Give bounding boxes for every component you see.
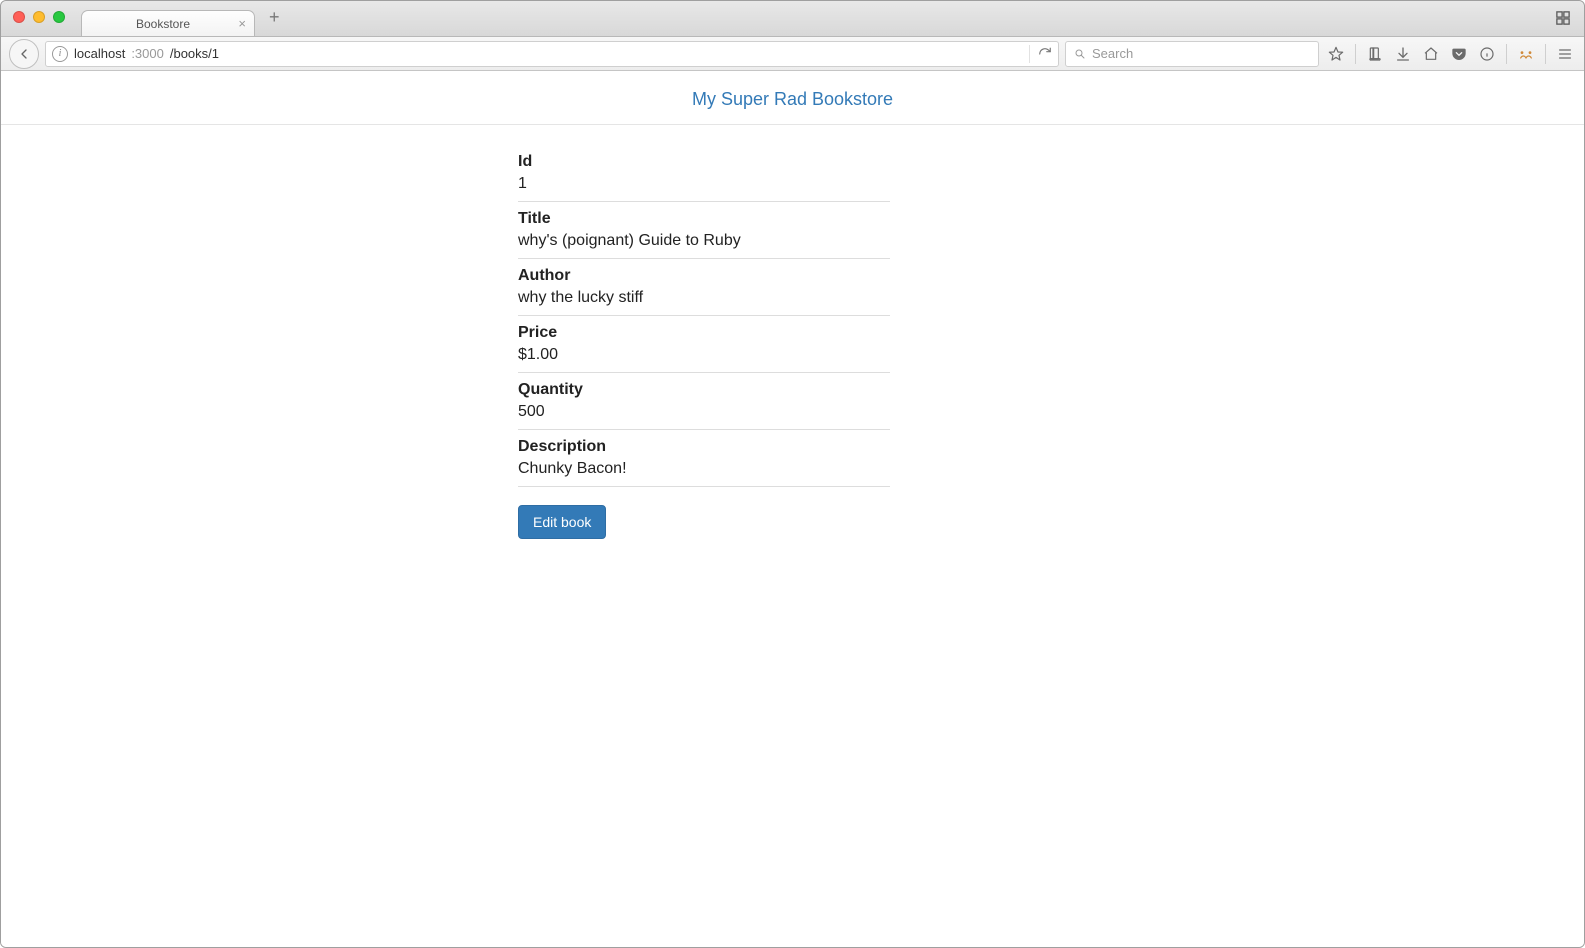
new-tab-button[interactable]: + [261, 4, 288, 34]
library-icon[interactable] [1364, 43, 1386, 65]
window-zoom-button[interactable] [53, 11, 65, 23]
search-bar[interactable]: Search [1065, 41, 1319, 67]
tile-tabs-icon[interactable] [1556, 11, 1570, 30]
url-port: :3000 [131, 46, 164, 61]
field-label: Description [518, 438, 890, 456]
tab-close-icon[interactable]: × [238, 17, 246, 30]
toolbar: i localhost :3000/books/1 Search [1, 37, 1584, 71]
field-label: Title [518, 210, 890, 228]
brand-link[interactable]: My Super Rad Bookstore [692, 89, 893, 109]
field-value: 500 [518, 403, 890, 421]
home-icon[interactable] [1420, 43, 1442, 65]
field-label: Author [518, 267, 890, 285]
field-author: Author why the lucky stiff [518, 259, 890, 316]
browser-window: Bookstore × + i localhost :3000/books/1 [0, 0, 1585, 948]
page-viewport: My Super Rad Bookstore Id 1 Title why's … [1, 71, 1584, 947]
titlebar: Bookstore × + [1, 1, 1584, 37]
url-bar[interactable]: i localhost :3000/books/1 [45, 41, 1059, 67]
window-close-button[interactable] [13, 11, 25, 23]
url-path: /books/1 [170, 46, 219, 61]
menu-icon[interactable] [1554, 43, 1576, 65]
field-label: Id [518, 153, 890, 171]
field-label: Price [518, 324, 890, 342]
info-icon[interactable] [1476, 43, 1498, 65]
url-host: localhost [74, 46, 125, 61]
traffic-lights [13, 11, 65, 23]
field-description: Description Chunky Bacon! [518, 430, 890, 487]
window-minimize-button[interactable] [33, 11, 45, 23]
book-detail: Id 1 Title why's (poignant) Guide to Rub… [518, 153, 890, 539]
tab-title: Bookstore [136, 17, 190, 31]
back-button[interactable] [9, 39, 39, 69]
field-quantity: Quantity 500 [518, 373, 890, 430]
browser-tab[interactable]: Bookstore × [81, 10, 255, 36]
field-price: Price $1.00 [518, 316, 890, 373]
field-value: Chunky Bacon! [518, 460, 890, 478]
field-title: Title why's (poignant) Guide to Ruby [518, 202, 890, 259]
edit-book-button[interactable]: Edit book [518, 505, 606, 539]
field-value: $1.00 [518, 346, 890, 364]
toolbar-icons [1325, 43, 1576, 65]
site-info-icon[interactable]: i [52, 46, 68, 62]
search-placeholder: Search [1092, 46, 1133, 61]
reload-button[interactable] [1029, 45, 1052, 63]
pocket-icon[interactable] [1448, 43, 1470, 65]
field-id: Id 1 [518, 153, 890, 202]
bookmark-star-icon[interactable] [1325, 43, 1347, 65]
field-value: why the lucky stiff [518, 289, 890, 307]
site-header: My Super Rad Bookstore [1, 71, 1584, 125]
field-value: why's (poignant) Guide to Ruby [518, 232, 890, 250]
field-label: Quantity [518, 381, 890, 399]
downloads-icon[interactable] [1392, 43, 1414, 65]
field-value: 1 [518, 175, 890, 193]
extension-icon[interactable] [1515, 43, 1537, 65]
